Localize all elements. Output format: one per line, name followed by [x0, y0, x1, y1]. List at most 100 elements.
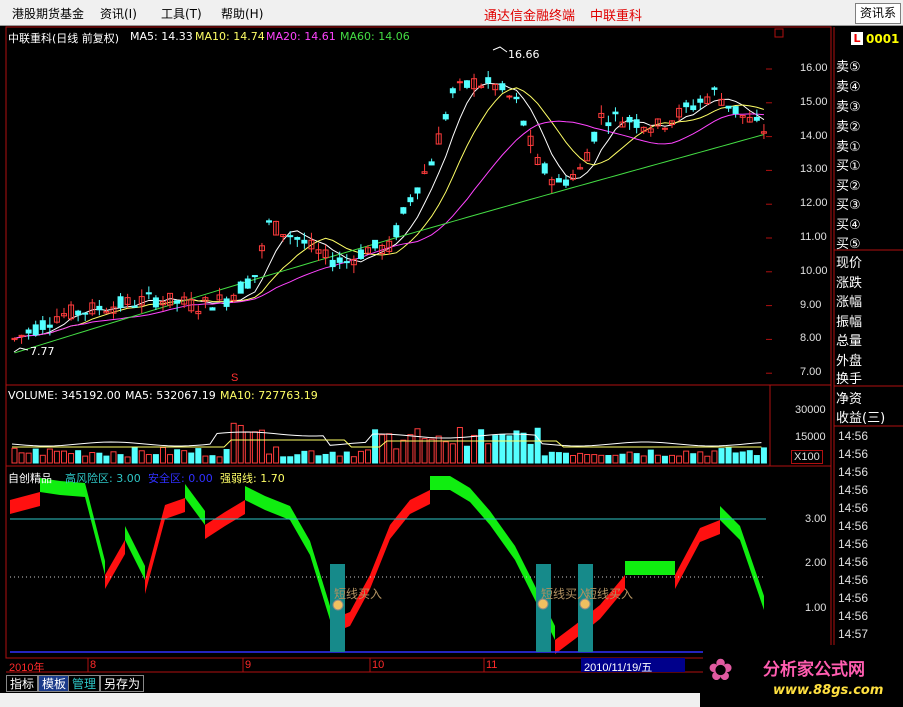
- volume-bar: [513, 430, 520, 464]
- tick-time: 14:56: [838, 573, 869, 587]
- volume-bar: [753, 455, 760, 464]
- volume-bar: [11, 447, 18, 464]
- volume-bar: [414, 428, 421, 464]
- price-tick: 10.00: [800, 264, 828, 277]
- tab-indicator[interactable]: 指标: [6, 675, 39, 692]
- volume-bar: [711, 450, 718, 464]
- volume-bar: [683, 450, 690, 464]
- candle-body: [223, 298, 230, 307]
- volume-bar: [294, 454, 301, 464]
- tab-template[interactable]: 模板: [38, 675, 71, 692]
- candle-body: [39, 320, 46, 330]
- volume-unit-badge[interactable]: X100: [791, 450, 823, 464]
- volume-bar: [82, 455, 89, 464]
- indicator-ribbon-segment: [370, 525, 390, 589]
- indicator-tick-2: 2.00: [805, 557, 827, 569]
- ma5-line: [14, 82, 765, 339]
- volume-bar: [647, 449, 654, 464]
- buy-level-2: 买②: [836, 178, 861, 194]
- candle-body: [414, 187, 421, 194]
- volume-bar: [308, 450, 315, 464]
- volume-bar: [18, 452, 25, 464]
- indicator-ribbon-segment: [125, 526, 145, 580]
- kline-ma10: MA10: 14.74: [195, 30, 265, 43]
- candle-body: [174, 300, 181, 304]
- chart-canvas[interactable]: S: [0, 0, 903, 707]
- candle-body: [46, 324, 53, 328]
- volume-bar: [379, 434, 386, 464]
- volume-bar: [372, 429, 379, 464]
- volume-bar: [591, 454, 598, 464]
- volume-bar: [463, 445, 470, 464]
- candle-body: [485, 77, 492, 84]
- flower-icon: ✿: [708, 653, 734, 688]
- indicator-strength: 强弱线: 1.70: [220, 472, 285, 485]
- volume-bar: [138, 450, 145, 464]
- candle-body: [612, 111, 619, 115]
- candle-body: [75, 310, 82, 316]
- indicator-tick-1: 1.00: [805, 602, 827, 614]
- candle-body: [301, 239, 308, 244]
- volume-bar: [209, 455, 216, 464]
- volume-bar: [732, 452, 739, 464]
- candle-body: [266, 220, 273, 223]
- volume-bar: [60, 450, 67, 464]
- volume-bar: [739, 451, 746, 464]
- volume-bar: [471, 434, 478, 464]
- stat-1: 涨跌: [836, 275, 863, 291]
- indicator-ribbon-segment: [245, 486, 265, 510]
- candle-body: [513, 96, 520, 100]
- tick-time: 14:56: [838, 501, 869, 515]
- volume-ma5: MA5: 532067.19: [125, 389, 216, 402]
- volume-bar: [152, 454, 159, 464]
- volume-bar: [287, 456, 294, 464]
- volume-bar: [96, 452, 103, 464]
- volume-bar: [555, 452, 562, 464]
- indicator-ribbon-segment: [700, 520, 720, 542]
- volume-bar: [167, 454, 174, 464]
- signal-label-3: 短线买入: [585, 587, 634, 601]
- candle-body: [633, 119, 640, 128]
- volume-bar: [527, 443, 534, 464]
- volume-bar: [626, 451, 633, 464]
- candle-body: [131, 305, 138, 308]
- volume-bar: [336, 455, 343, 464]
- candle-body: [753, 116, 760, 121]
- volume-bar: [25, 452, 32, 464]
- volume-bar: [619, 453, 626, 464]
- buy-level-5: 买⑤: [836, 237, 861, 252]
- indicator-ribbon-segment: [450, 476, 470, 502]
- tick-time: 14:56: [838, 483, 869, 497]
- volume-bar: [428, 438, 435, 464]
- date-month-8: 8: [90, 659, 97, 671]
- tick-time: 14:57: [838, 627, 869, 641]
- tab-manage[interactable]: 管理: [68, 675, 101, 692]
- tick-time: 14:56: [838, 447, 869, 461]
- tab-save-as[interactable]: 另存为: [100, 675, 145, 692]
- volume-bar: [103, 455, 110, 464]
- stat2-1: 净资: [836, 391, 863, 407]
- volume-bar: [393, 448, 400, 464]
- date-month-9: 9: [245, 659, 252, 671]
- price-tick: 7.00: [800, 366, 822, 379]
- volume-bar: [315, 455, 322, 464]
- stat-4: 总量: [836, 334, 863, 349]
- volume-bar: [541, 455, 548, 464]
- volume-header: VOLUME: 345192.00: [8, 389, 121, 402]
- volume-bar: [746, 450, 753, 464]
- status-bar: [0, 693, 700, 707]
- indicator-tick-3: 3.00: [805, 513, 827, 525]
- candle-body: [209, 307, 216, 311]
- indicator-ribbon-segment: [740, 526, 764, 610]
- candle-body: [329, 259, 336, 268]
- candle-body: [244, 278, 251, 289]
- indicator-ribbon-segment: [410, 490, 430, 514]
- indicator-ribbon-segment: [10, 492, 40, 514]
- candle-body: [449, 88, 456, 94]
- indicator-name[interactable]: 自创精品: [8, 470, 52, 486]
- stat-2: 涨幅: [836, 295, 863, 310]
- volume-bar: [244, 431, 251, 464]
- candle-body: [357, 249, 364, 259]
- volume-bar: [548, 451, 555, 464]
- candle-body: [152, 297, 159, 308]
